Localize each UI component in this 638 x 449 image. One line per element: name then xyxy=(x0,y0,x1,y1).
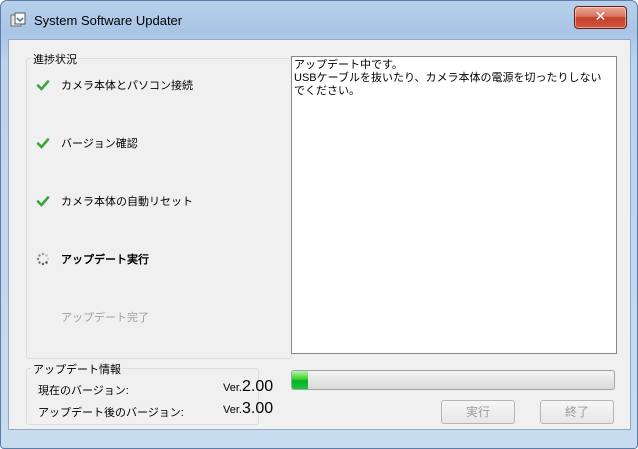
checkmark-icon xyxy=(36,138,50,149)
spinner-icon xyxy=(36,252,50,266)
step-label: カメラ本体の自動リセット xyxy=(61,196,193,208)
version-prefix: Ver. xyxy=(223,382,242,394)
after-version-value: Ver.3.00 xyxy=(223,400,273,418)
client-area: 進捗状況 カメラ本体とパソコン接続 バージョン確認 カメラ本体の自動リセット ア… xyxy=(8,39,631,430)
checkmark-icon xyxy=(36,80,50,91)
step-label: バージョン確認 xyxy=(61,138,138,150)
current-version-label: 現在のバージョン: xyxy=(38,385,129,397)
close-icon: ✕ xyxy=(594,9,607,25)
exit-button[interactable]: 終了 xyxy=(540,400,614,424)
window-title: System Software Updater xyxy=(34,13,183,28)
updater-window: System Software Updater ✕ 進捗状況 カメラ本体とパソコ… xyxy=(0,0,638,449)
step-label: アップデート完了 xyxy=(61,312,149,324)
close-button[interactable]: ✕ xyxy=(574,6,627,29)
app-icon xyxy=(10,12,26,27)
run-button[interactable]: 実行 xyxy=(441,400,515,424)
version-number: 3.00 xyxy=(241,400,274,417)
version-number: 2.00 xyxy=(241,378,274,395)
title-bar[interactable]: System Software Updater ✕ xyxy=(1,1,637,39)
update-progress-bar xyxy=(291,370,615,390)
log-text: アップデート中です。 USBケーブルを抜いたり、カメラ本体の電源を切ったりしない… xyxy=(294,59,602,97)
log-textbox[interactable]: アップデート中です。 USBケーブルを抜いたり、カメラ本体の電源を切ったりしない… xyxy=(291,56,617,354)
version-prefix: Ver. xyxy=(223,404,242,416)
after-version-label: アップデート後のバージョン: xyxy=(38,407,184,419)
step-label: アップデート実行 xyxy=(61,254,149,266)
progress-fill xyxy=(292,371,309,389)
checkmark-icon xyxy=(36,196,50,207)
step-label: カメラ本体とパソコン接続 xyxy=(61,80,193,92)
current-version-value: Ver.2.00 xyxy=(223,378,273,396)
progress-group-title: 進捗状況 xyxy=(31,51,79,67)
update-info-title: アップデート情報 xyxy=(31,361,123,377)
